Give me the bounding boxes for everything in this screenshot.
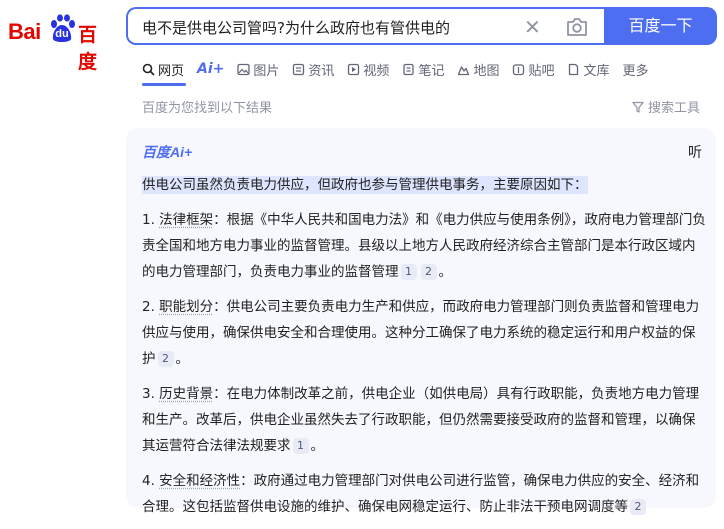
answer-point: 2. 职能划分：供电公司主要负责电力生产和供应，而政府电力管理部门则负责监督和管… — [142, 294, 708, 372]
tab-tieba[interactable]: 贴吧 — [512, 60, 554, 79]
point-end: 。 — [439, 264, 453, 280]
point-text: ：供电公司主要负责电力生产和供应，而政府电力管理部门则负责监督和管理电力供应与使… — [142, 299, 699, 367]
tab-map[interactable]: 地图 — [457, 60, 499, 79]
search-box[interactable]: 电不是供电公司管吗?为什么政府也有管供电的 ✕ — [126, 7, 604, 45]
logo-text-cn: 百度 — [78, 20, 114, 74]
search-tools-label: 搜索工具 — [648, 97, 700, 116]
citation-badge[interactable]: 2 — [630, 499, 646, 515]
highlighted-intro: 供电公司虽然负责电力供应，但政府也参与管理供电事务，主要原因如下： — [142, 176, 588, 194]
point-end: 。 — [311, 438, 325, 454]
citation-badge[interactable]: 1 — [401, 264, 417, 280]
search-tabs: 网页 Ai+ 图片 资讯 视频 笔记 地图 贴吧 文库 更多 — [142, 58, 662, 80]
answer-intro: 供电公司虽然负责电力供应，但政府也参与管理供电事务，主要原因如下： — [142, 172, 708, 198]
doc-icon — [567, 63, 580, 76]
tab-label: 图片 — [253, 60, 279, 79]
citation-badge[interactable]: 2 — [421, 264, 437, 280]
point-number: 1. — [142, 212, 159, 228]
ai-answer-content: 供电公司虽然负责电力供应，但政府也参与管理供电事务，主要原因如下： 1. 法律框… — [142, 172, 708, 529]
tab-label: 更多 — [623, 60, 649, 79]
camera-icon[interactable] — [566, 17, 588, 37]
answer-point: 3. 历史背景：在电力体制改革之前，供电企业（如供电局）具有行政职能，负责地方电… — [142, 381, 708, 459]
tab-web[interactable]: 网页 — [142, 60, 184, 79]
tab-ai[interactable]: Ai+ — [197, 61, 224, 77]
point-title: 安全和经济性 — [159, 473, 240, 489]
listen-button[interactable]: 听 — [688, 142, 702, 162]
citation-badge[interactable]: 2 — [158, 351, 174, 367]
tab-label: 视频 — [363, 60, 389, 79]
image-icon — [237, 63, 250, 76]
tab-news[interactable]: 资讯 — [292, 60, 334, 79]
tab-label: 资讯 — [308, 60, 334, 79]
tab-label: 贴吧 — [528, 60, 554, 79]
active-tab-indicator — [142, 83, 186, 86]
search-tools-button[interactable]: 搜索工具 — [632, 97, 700, 116]
point-number: 3. — [142, 386, 159, 402]
clear-icon[interactable]: ✕ — [524, 15, 541, 39]
tab-images[interactable]: 图片 — [237, 60, 279, 79]
tab-label: 地图 — [473, 60, 499, 79]
point-title: 职能划分 — [159, 299, 213, 315]
tab-video[interactable]: 视频 — [347, 60, 389, 79]
baidu-logo[interactable]: Bai du 百度 — [8, 10, 114, 46]
map-icon — [457, 63, 470, 76]
point-end: 。 — [176, 351, 190, 367]
tab-notes[interactable]: 笔记 — [402, 60, 444, 79]
ai-brand-label: 百度Ai+ — [142, 142, 192, 162]
tab-more[interactable]: 更多 — [623, 60, 649, 79]
news-icon — [292, 63, 305, 76]
point-text: ：在电力体制改革之前，供电企业（如供电局）具有行政职能，负责地方电力管理和生产。… — [142, 386, 699, 454]
video-icon — [347, 63, 360, 76]
tab-label: 网页 — [158, 60, 184, 79]
tab-label: 文库 — [583, 60, 609, 79]
search-button[interactable]: 百度一下 — [604, 7, 717, 45]
search-input[interactable]: 电不是供电公司管吗?为什么政府也有管供电的 — [142, 17, 450, 38]
answer-point: 4. 安全和经济性：政府通过电力管理部门对供电公司进行监管，确保电力供应的安全、… — [142, 468, 708, 520]
tab-label: 笔记 — [418, 60, 444, 79]
note-icon — [402, 63, 415, 76]
result-count: 百度为您找到以下结果 — [142, 97, 272, 116]
tab-wenku[interactable]: 文库 — [567, 60, 609, 79]
point-number: 4. — [142, 473, 159, 489]
ai-icon: Ai+ — [197, 61, 224, 77]
point-number: 2. — [142, 299, 159, 315]
ai-answer-card: 百度Ai+ 听 供电公司虽然负责电力供应，但政府也参与管理供电事务，主要原因如下… — [126, 128, 716, 508]
point-title: 历史背景 — [159, 386, 213, 402]
logo-text-du: du — [53, 27, 71, 41]
search-icon — [142, 63, 155, 76]
answer-point: 1. 法律框架：根据《中华人民共和国电力法》和《电力供应与使用条例》，政府电力管… — [142, 207, 708, 285]
point-title: 法律框架 — [159, 212, 213, 228]
logo-text-bai: Bai — [8, 19, 41, 45]
tieba-icon — [512, 63, 525, 76]
filter-icon — [632, 101, 644, 113]
citation-badge[interactable]: 1 — [293, 438, 309, 454]
